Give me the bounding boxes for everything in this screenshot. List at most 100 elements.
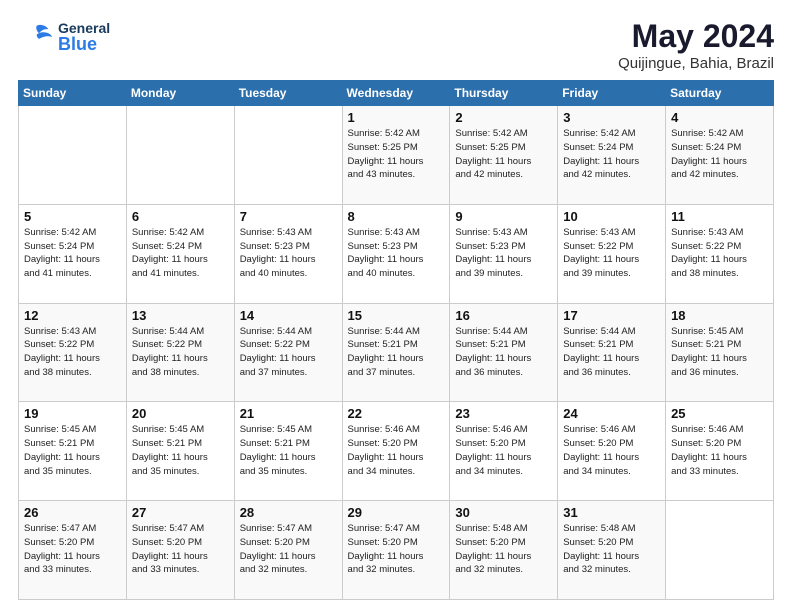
day-number: 25	[671, 406, 768, 421]
day-info: Sunrise: 5:47 AM Sunset: 5:20 PM Dayligh…	[348, 522, 445, 577]
day-info: Sunrise: 5:43 AM Sunset: 5:22 PM Dayligh…	[671, 226, 768, 281]
day-number: 24	[563, 406, 660, 421]
title-block: May 2024 Quijingue, Bahia, Brazil	[618, 18, 774, 72]
day-info: Sunrise: 5:43 AM Sunset: 5:23 PM Dayligh…	[348, 226, 445, 281]
day-number: 19	[24, 406, 121, 421]
calendar-cell: 23 Sunrise: 5:46 AM Sunset: 5:20 PM Dayli…	[450, 402, 558, 501]
logo-general-text: General	[58, 21, 110, 35]
calendar-cell: 12Sunrise: 5:43 AM Sunset: 5:22 PM Dayli…	[19, 303, 127, 402]
day-number: 15	[348, 308, 445, 323]
calendar-cell: 25 Sunrise: 5:46 AM Sunset: 5:20 PM Dayli…	[666, 402, 774, 501]
day-number: 13	[132, 308, 229, 323]
calendar-body: 1 Sunrise: 5:42 AM Sunset: 5:25 PM Daylig…	[19, 106, 774, 600]
calendar-cell: 14 Sunrise: 5:44 AM Sunset: 5:22 PM Dayli…	[234, 303, 342, 402]
calendar-cell	[234, 106, 342, 205]
calendar-cell: 24 Sunrise: 5:46 AM Sunset: 5:20 PM Dayli…	[558, 402, 666, 501]
day-info: Sunrise: 5:44 AM Sunset: 5:22 PM Dayligh…	[132, 325, 229, 380]
header: General Blue May 2024 Quijingue, Bahia, …	[18, 18, 774, 72]
calendar-cell: 10 Sunrise: 5:43 AM Sunset: 5:22 PM Dayli…	[558, 204, 666, 303]
day-number: 23	[455, 406, 552, 421]
day-info: Sunrise: 5:43 AM Sunset: 5:22 PM Dayligh…	[24, 325, 121, 380]
day-number: 31	[563, 505, 660, 520]
calendar-cell: 20 Sunrise: 5:45 AM Sunset: 5:21 PM Dayli…	[126, 402, 234, 501]
week-row-0: 1 Sunrise: 5:42 AM Sunset: 5:25 PM Daylig…	[19, 106, 774, 205]
day-info: Sunrise: 5:42 AM Sunset: 5:24 PM Dayligh…	[132, 226, 229, 281]
logo-icon	[18, 18, 56, 56]
day-info: Sunrise: 5:47 AM Sunset: 5:20 PM Dayligh…	[24, 522, 121, 577]
calendar-cell	[19, 106, 127, 205]
day-header-wednesday: Wednesday	[342, 81, 450, 106]
day-info: Sunrise: 5:48 AM Sunset: 5:20 PM Dayligh…	[563, 522, 660, 577]
calendar-cell: 5Sunrise: 5:42 AM Sunset: 5:24 PM Daylig…	[19, 204, 127, 303]
day-header-friday: Friday	[558, 81, 666, 106]
calendar-cell: 17Sunrise: 5:44 AM Sunset: 5:21 PM Dayli…	[558, 303, 666, 402]
calendar: SundayMondayTuesdayWednesdayThursdayFrid…	[18, 80, 774, 600]
day-number: 27	[132, 505, 229, 520]
calendar-cell: 8Sunrise: 5:43 AM Sunset: 5:23 PM Daylig…	[342, 204, 450, 303]
day-info: Sunrise: 5:44 AM Sunset: 5:22 PM Dayligh…	[240, 325, 337, 380]
calendar-cell: 16 Sunrise: 5:44 AM Sunset: 5:21 PM Dayli…	[450, 303, 558, 402]
day-info: Sunrise: 5:46 AM Sunset: 5:20 PM Dayligh…	[455, 423, 552, 478]
main-title: May 2024	[618, 18, 774, 55]
day-number: 11	[671, 209, 768, 224]
day-info: Sunrise: 5:46 AM Sunset: 5:20 PM Dayligh…	[348, 423, 445, 478]
day-number: 16	[455, 308, 552, 323]
day-number: 26	[24, 505, 121, 520]
calendar-header-row: SundayMondayTuesdayWednesdayThursdayFrid…	[19, 81, 774, 106]
day-number: 1	[348, 110, 445, 125]
day-number: 21	[240, 406, 337, 421]
week-row-2: 12Sunrise: 5:43 AM Sunset: 5:22 PM Dayli…	[19, 303, 774, 402]
day-info: Sunrise: 5:45 AM Sunset: 5:21 PM Dayligh…	[240, 423, 337, 478]
calendar-cell: 29 Sunrise: 5:47 AM Sunset: 5:20 PM Dayli…	[342, 501, 450, 600]
day-info: Sunrise: 5:46 AM Sunset: 5:20 PM Dayligh…	[563, 423, 660, 478]
day-info: Sunrise: 5:45 AM Sunset: 5:21 PM Dayligh…	[24, 423, 121, 478]
day-number: 28	[240, 505, 337, 520]
day-info: Sunrise: 5:45 AM Sunset: 5:21 PM Dayligh…	[132, 423, 229, 478]
day-info: Sunrise: 5:45 AM Sunset: 5:21 PM Dayligh…	[671, 325, 768, 380]
day-info: Sunrise: 5:43 AM Sunset: 5:22 PM Dayligh…	[563, 226, 660, 281]
page: General Blue May 2024 Quijingue, Bahia, …	[0, 0, 792, 612]
logo: General Blue	[18, 18, 110, 56]
day-info: Sunrise: 5:44 AM Sunset: 5:21 PM Dayligh…	[455, 325, 552, 380]
week-row-4: 26 Sunrise: 5:47 AM Sunset: 5:20 PM Dayli…	[19, 501, 774, 600]
calendar-cell: 13 Sunrise: 5:44 AM Sunset: 5:22 PM Dayli…	[126, 303, 234, 402]
calendar-cell: 15 Sunrise: 5:44 AM Sunset: 5:21 PM Dayli…	[342, 303, 450, 402]
week-row-1: 5 Sunrise: 5:42 AM Sunset: 5:24 PM Daylig…	[19, 204, 774, 303]
calendar-cell: 19 Sunrise: 5:45 AM Sunset: 5:21 PM Dayli…	[19, 402, 127, 501]
day-info: Sunrise: 5:46 AM Sunset: 5:20 PM Dayligh…	[671, 423, 768, 478]
calendar-cell: 6Sunrise: 5:42 AM Sunset: 5:24 PM Daylig…	[126, 204, 234, 303]
logo-name: General Blue	[58, 21, 110, 53]
day-number: 20	[132, 406, 229, 421]
day-header-monday: Monday	[126, 81, 234, 106]
calendar-cell	[666, 501, 774, 600]
sub-title: Quijingue, Bahia, Brazil	[618, 55, 774, 72]
calendar-cell: 4Sunrise: 5:42 AM Sunset: 5:24 PM Daylig…	[666, 106, 774, 205]
day-number: 5	[24, 209, 121, 224]
calendar-cell: 11 Sunrise: 5:43 AM Sunset: 5:22 PM Dayli…	[666, 204, 774, 303]
day-header-thursday: Thursday	[450, 81, 558, 106]
calendar-cell: 30Sunrise: 5:48 AM Sunset: 5:20 PM Dayli…	[450, 501, 558, 600]
day-number: 3	[563, 110, 660, 125]
day-info: Sunrise: 5:42 AM Sunset: 5:25 PM Dayligh…	[455, 127, 552, 182]
day-info: Sunrise: 5:47 AM Sunset: 5:20 PM Dayligh…	[240, 522, 337, 577]
day-number: 29	[348, 505, 445, 520]
day-number: 14	[240, 308, 337, 323]
day-number: 10	[563, 209, 660, 224]
calendar-cell: 26 Sunrise: 5:47 AM Sunset: 5:20 PM Dayli…	[19, 501, 127, 600]
day-number: 22	[348, 406, 445, 421]
calendar-cell: 3Sunrise: 5:42 AM Sunset: 5:24 PM Daylig…	[558, 106, 666, 205]
day-number: 7	[240, 209, 337, 224]
day-info: Sunrise: 5:42 AM Sunset: 5:24 PM Dayligh…	[671, 127, 768, 182]
day-info: Sunrise: 5:43 AM Sunset: 5:23 PM Dayligh…	[240, 226, 337, 281]
day-info: Sunrise: 5:48 AM Sunset: 5:20 PM Dayligh…	[455, 522, 552, 577]
calendar-cell: 18 Sunrise: 5:45 AM Sunset: 5:21 PM Dayli…	[666, 303, 774, 402]
day-header-saturday: Saturday	[666, 81, 774, 106]
day-header-sunday: Sunday	[19, 81, 127, 106]
calendar-cell: 22 Sunrise: 5:46 AM Sunset: 5:20 PM Dayli…	[342, 402, 450, 501]
day-header-tuesday: Tuesday	[234, 81, 342, 106]
day-number: 2	[455, 110, 552, 125]
day-number: 9	[455, 209, 552, 224]
calendar-cell: 7 Sunrise: 5:43 AM Sunset: 5:23 PM Daylig…	[234, 204, 342, 303]
day-number: 18	[671, 308, 768, 323]
day-info: Sunrise: 5:44 AM Sunset: 5:21 PM Dayligh…	[348, 325, 445, 380]
